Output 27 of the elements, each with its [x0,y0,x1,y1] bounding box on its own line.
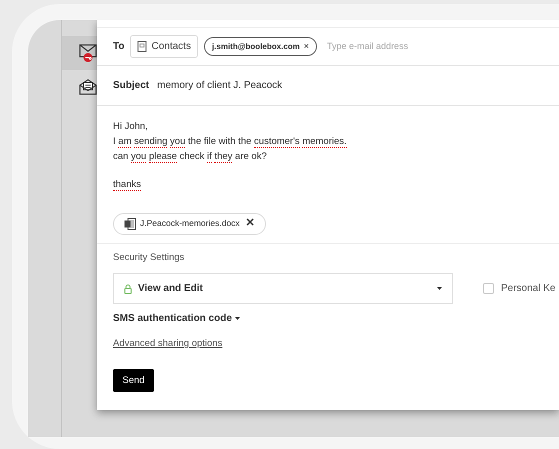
subject-field[interactable]: memory of client J. Peacock [157,78,282,93]
security-settings-label: Security Settings [113,251,186,265]
email-input-field[interactable]: Type e-mail address [327,40,468,54]
caret-down-icon [437,287,442,290]
attachment-chip[interactable]: J.Peacock-memories.docx ✕ [113,212,266,234]
message-line: Hi John, [113,120,149,134]
message-line: thanks [113,178,142,192]
to-label: To [113,40,124,54]
contacts-button[interactable]: Contacts [130,35,198,58]
message-line: can you please check if they are ok? [113,150,268,164]
recipient-chip[interactable]: j.smith@boolebox.com × [204,37,318,56]
message-body-field[interactable]: Hi John, I am sending you the file with the customer's memories. can you please check if they are ok? thanks [97,106,559,204]
sidebar-item[interactable] [62,36,97,70]
remove-attachment-button[interactable]: ✕ [246,215,255,232]
permission-dropdown[interactable]: View and Edit [113,273,453,304]
word-document-icon [124,218,136,230]
advanced-sharing-link[interactable]: Advanced sharing options [113,337,222,352]
address-book-icon [137,41,148,52]
personal-key-label: Personal Ke [501,282,556,296]
send-button[interactable]: Send [113,369,154,392]
message-line: I am sending you the file with the customer's memories. [113,135,348,149]
remove-recipient-button[interactable]: × [304,40,310,54]
personal-key-checkbox[interactable] [483,283,494,294]
sms-authentication-toggle[interactable]: SMS authentication code [113,311,240,326]
padlock-icon [124,284,132,294]
caret-down-icon [234,317,240,320]
subject-label: Subject [113,79,150,93]
